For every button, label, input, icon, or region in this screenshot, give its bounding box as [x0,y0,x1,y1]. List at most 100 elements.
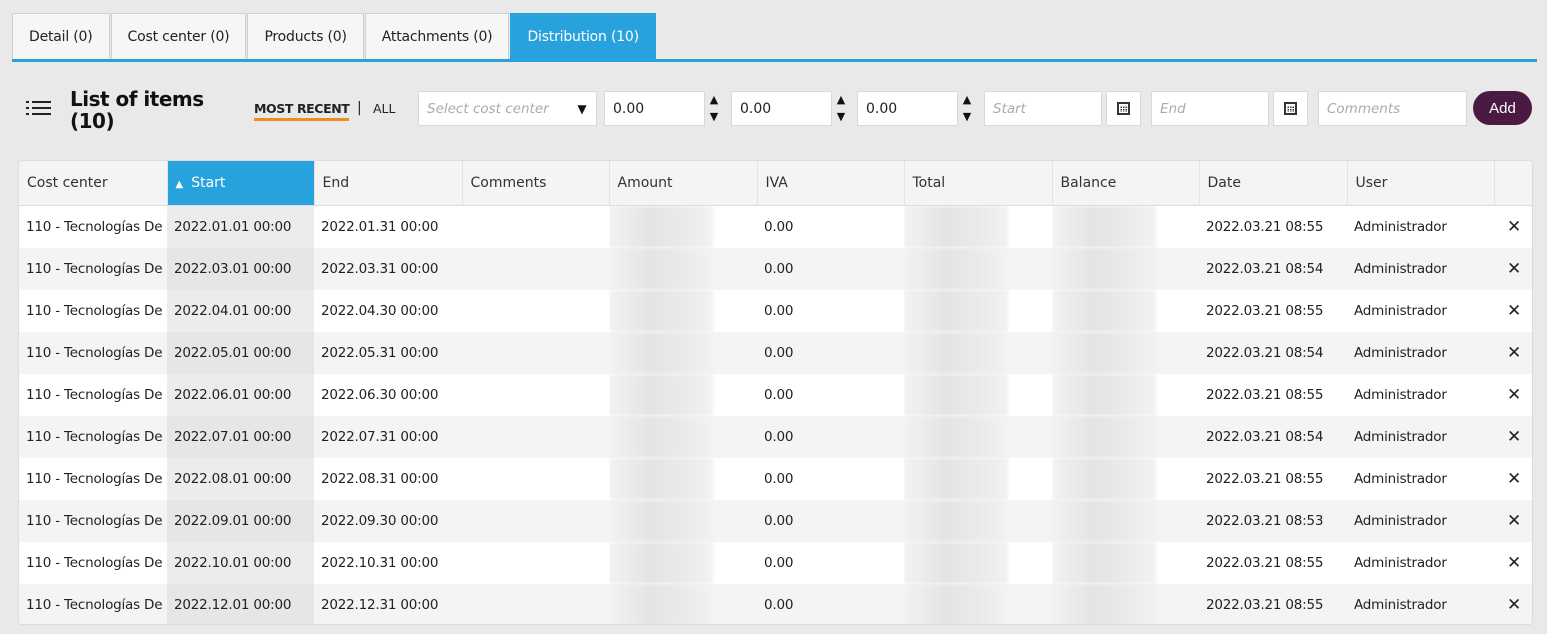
close-icon[interactable]: ✕ [1494,289,1532,332]
table-row[interactable]: 110 - Tecnologías De 2022.01.01 00:00 2022… [19,205,1532,248]
cell-comments [462,205,609,248]
cell-balance [1052,583,1199,624]
table-row[interactable]: 110 - Tecnologías De 2022.05.01 00:00 2022… [19,331,1532,374]
cost-center-select[interactable]: Select cost center ▼ [418,91,597,126]
close-icon[interactable]: ✕ [1494,583,1532,624]
cell-comments [462,541,609,584]
cell-amount [609,247,757,290]
col-end[interactable]: End [314,161,463,206]
cell-cost-center: 110 - Tecnologías De [19,289,167,332]
close-icon[interactable]: ✕ [1494,541,1532,584]
cell-cost-center: 110 - Tecnologías De [19,331,167,374]
cell-date: 2022.03.21 08:54 [1199,247,1347,290]
table-row[interactable]: 110 - Tecnologías De 2022.07.01 00:00 2022… [19,415,1532,458]
cell-start: 2022.10.01 00:00 [167,541,314,584]
total-stepper[interactable]: ▲ ▼ [959,91,975,126]
cell-date: 2022.03.21 08:55 [1199,373,1347,416]
table-row[interactable]: 110 - Tecnologías De 2022.06.01 00:00 2022… [19,373,1532,416]
cell-balance [1052,457,1199,500]
cell-cost-center: 110 - Tecnologías De [19,415,167,458]
spin-up-icon[interactable]: ▲ [706,91,722,108]
cell-amount [609,541,757,584]
redacted-value [609,373,713,416]
spin-up-icon[interactable]: ▲ [833,91,849,108]
col-comments[interactable]: Comments [462,161,610,206]
col-date[interactable]: Date [1199,161,1348,206]
filter-most-recent[interactable]: MOST RECENT [254,101,350,121]
cell-date: 2022.03.21 08:53 [1199,499,1347,542]
tab-products[interactable]: Products (0) [247,13,364,60]
cell-user: Administrador [1347,373,1494,416]
cell-comments [462,373,609,416]
col-cost-center[interactable]: Cost center [19,161,168,206]
cell-start: 2022.03.01 00:00 [167,247,314,290]
spin-down-icon[interactable]: ▼ [706,108,722,125]
table-row[interactable]: 110 - Tecnologías De 2022.09.01 00:00 2022… [19,499,1532,542]
iva-stepper[interactable]: ▲ ▼ [833,91,849,126]
col-amount[interactable]: Amount [609,161,758,206]
cell-iva: 0.00 [757,205,904,248]
close-icon[interactable]: ✕ [1494,457,1532,500]
cell-amount [609,373,757,416]
col-user[interactable]: User [1347,161,1495,206]
cell-amount [609,289,757,332]
total-input[interactable]: 0.00 [857,91,958,126]
spin-up-icon[interactable]: ▲ [959,91,975,108]
calendar-icon [1117,102,1130,115]
redacted-value [609,415,713,458]
items-table: Cost center ▲ Start End Comments Amount I… [18,160,1533,625]
cell-start: 2022.05.01 00:00 [167,331,314,374]
spin-down-icon[interactable]: ▼ [833,108,849,125]
table-row[interactable]: 110 - Tecnologías De 2022.03.01 00:00 2022… [19,247,1532,290]
col-iva[interactable]: IVA [757,161,905,206]
close-icon[interactable]: ✕ [1494,205,1532,248]
table-row[interactable]: 110 - Tecnologías De 2022.10.01 00:00 2022… [19,541,1532,584]
cell-amount [609,415,757,458]
cell-balance [1052,289,1199,332]
spin-down-icon[interactable]: ▼ [959,108,975,125]
redacted-value [904,541,1008,584]
tab-cost-center[interactable]: Cost center (0) [110,13,247,60]
start-calendar-button[interactable] [1106,91,1141,126]
cell-date: 2022.03.21 08:55 [1199,205,1347,248]
close-icon[interactable]: ✕ [1494,331,1532,374]
col-total[interactable]: Total [904,161,1053,206]
close-icon[interactable]: ✕ [1494,247,1532,290]
col-balance[interactable]: Balance [1052,161,1200,206]
amount-stepper[interactable]: ▲ ▼ [706,91,722,126]
amount-input[interactable]: 0.00 [604,91,705,126]
cell-total [904,247,1052,290]
comments-input[interactable]: Comments [1318,91,1467,126]
start-date-input[interactable]: Start [984,91,1102,126]
redacted-value [609,247,713,290]
redacted-value [904,205,1008,248]
tab-distribution[interactable]: Distribution (10) [510,13,656,60]
cell-balance [1052,541,1199,584]
tab-attachments[interactable]: Attachments (0) [364,13,510,60]
cell-start: 2022.08.01 00:00 [167,457,314,500]
close-icon[interactable]: ✕ [1494,373,1532,416]
cell-iva: 0.00 [757,499,904,542]
redacted-value [904,583,1008,624]
cell-cost-center: 110 - Tecnologías De [19,541,167,584]
add-button[interactable]: Add [1473,91,1532,125]
tab-detail[interactable]: Detail (0) [12,13,110,60]
table-row[interactable]: 110 - Tecnologías De 2022.12.01 00:00 2022… [19,583,1532,624]
end-date-input[interactable]: End [1151,91,1269,126]
close-icon[interactable]: ✕ [1494,499,1532,542]
table-row[interactable]: 110 - Tecnologías De 2022.04.01 00:00 2022… [19,289,1532,332]
end-calendar-button[interactable] [1273,91,1308,126]
table-row[interactable]: 110 - Tecnologías De 2022.08.01 00:00 2022… [19,457,1532,500]
filter-all[interactable]: ALL [373,101,395,116]
cell-total [904,583,1052,624]
chevron-down-icon[interactable]: ▼ [568,92,596,125]
iva-input[interactable]: 0.00 [731,91,832,126]
cell-total [904,415,1052,458]
page-title: List of items (10) [70,87,204,133]
close-icon[interactable]: ✕ [1494,415,1532,458]
cell-user: Administrador [1347,289,1494,332]
cell-date: 2022.03.21 08:55 [1199,457,1347,500]
cell-end: 2022.03.31 00:00 [314,247,462,290]
col-start[interactable]: ▲ Start [167,161,315,206]
cell-date: 2022.03.21 08:55 [1199,583,1347,624]
